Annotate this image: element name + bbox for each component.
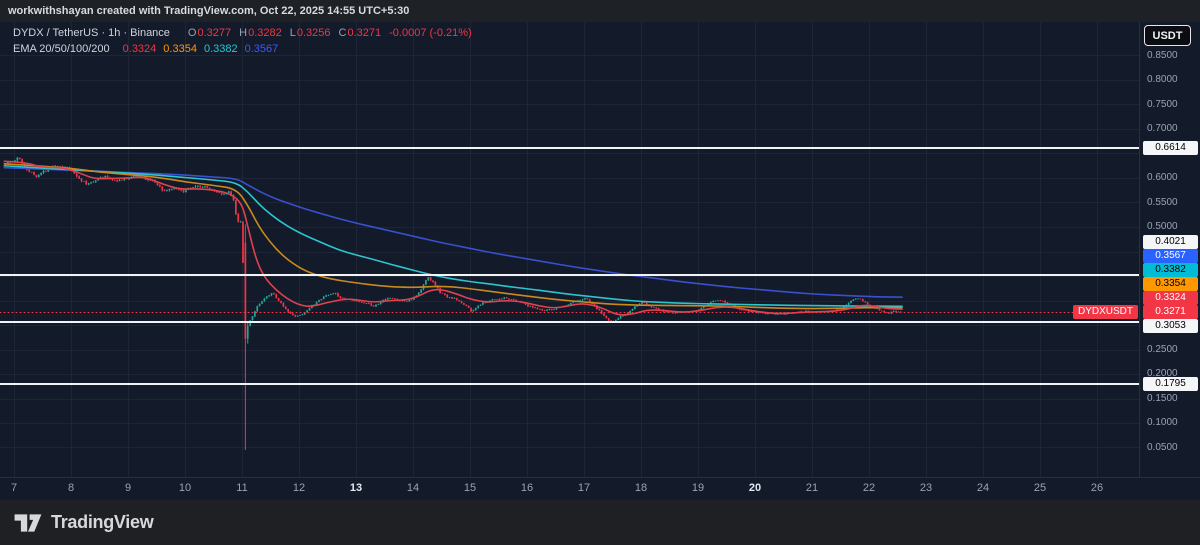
- chart-area: DYDX / TetherUS · 1h · Binance O0.3277 H0.…: [0, 22, 1139, 477]
- ema50-value: 0.3354: [163, 43, 197, 55]
- time-axis[interactable]: 7 8 9 10 11 12 13 14 15 16 17 18 19 20 21 22 23 24 25 26: [0, 477, 1200, 500]
- time-axis-label: 21: [805, 482, 819, 494]
- ema100-value: 0.3382: [203, 43, 238, 55]
- tradingview-screenshot: { "watermark": { "text": "workwithshayan…: [0, 0, 1200, 545]
- price-tick-label: 0.6000: [1147, 172, 1178, 183]
- candlestick-chart[interactable]: [0, 22, 1139, 477]
- time-axis-label: 7: [10, 482, 18, 494]
- price-tick-label: 0.7000: [1147, 123, 1178, 134]
- level-price-badge: 0.3053: [1143, 318, 1198, 333]
- indicator-title[interactable]: EMA 20/50/100/200: [13, 43, 110, 55]
- time-axis-label: 8: [67, 482, 75, 494]
- watermark-bar: workwithshayan created with TradingView.…: [0, 0, 1200, 22]
- price-tick-label: 0.8000: [1147, 74, 1178, 85]
- open-value: 0.3277: [197, 27, 232, 39]
- price-tick-label: 0.5000: [1147, 221, 1178, 232]
- price-tick-label: 0.0500: [1147, 441, 1178, 453]
- currency-toggle-button[interactable]: USDT: [1144, 25, 1191, 46]
- time-axis-label: 23: [919, 482, 933, 494]
- close-value: 0.3271: [347, 27, 382, 39]
- price-tick-label: 0.2500: [1147, 343, 1178, 355]
- level-price-badge: 0.4021: [1143, 234, 1198, 249]
- tradingview-logo-icon: [14, 513, 42, 532]
- price-tick-label: 0.5500: [1147, 196, 1178, 208]
- time-axis-label: 12: [292, 482, 306, 494]
- ema-price-badge: 0.3324: [1143, 290, 1198, 305]
- close-label: C: [338, 27, 347, 39]
- high-value: 0.3282: [248, 27, 282, 39]
- price-axis[interactable]: USDT 0.8500 0.8000 0.7500 0.7000 0.6000 0.550…: [1139, 22, 1200, 477]
- footer-bar: TradingView: [0, 500, 1200, 545]
- tradingview-logo-text: TradingView: [51, 512, 154, 532]
- ema200-value: 0.3567: [244, 43, 279, 55]
- time-axis-label: 17: [577, 482, 591, 494]
- time-axis-label: 19: [691, 482, 705, 494]
- tradingview-logo[interactable]: TradingView: [13, 511, 154, 535]
- ema-price-badge: 0.3567: [1143, 248, 1198, 263]
- ema20-value: 0.3324: [122, 43, 157, 55]
- symbol-price-label: DYDXUSDT: [1072, 304, 1138, 319]
- time-axis-label: 10: [178, 482, 192, 494]
- time-axis-label: 20: [748, 482, 762, 494]
- time-axis-label: 9: [124, 482, 132, 494]
- time-axis-label: 15: [463, 482, 477, 494]
- high-label: H: [239, 27, 248, 39]
- open-label: O: [187, 27, 197, 39]
- time-axis-label: 24: [976, 482, 990, 494]
- time-axis-label: 25: [1033, 482, 1047, 494]
- low-value: 0.3256: [296, 27, 331, 39]
- ema-price-badge: 0.3354: [1143, 276, 1198, 291]
- time-axis-label: 11: [236, 482, 248, 494]
- ema-price-badge: 0.3382: [1143, 262, 1198, 277]
- symbol-title[interactable]: DYDX / TetherUS · 1h · Binance: [13, 27, 170, 39]
- time-axis-label: 13: [349, 482, 363, 494]
- current-price-price-badge: 0.3271: [1143, 304, 1198, 319]
- price-tick-label: 0.8500: [1147, 49, 1178, 61]
- price-tick-label: 0.7500: [1147, 98, 1178, 110]
- price-tick-label: 0.1000: [1147, 417, 1178, 428]
- symbol-row: DYDX / TetherUS · 1h · Binance O0.3277 H0.…: [13, 25, 472, 41]
- time-axis-label: 26: [1090, 482, 1104, 494]
- time-axis-label: 18: [634, 482, 648, 494]
- low-label: L: [289, 27, 296, 39]
- watermark-text: workwithshayan created with TradingView.…: [8, 5, 410, 17]
- price-tick-label: 0.1500: [1147, 392, 1178, 404]
- time-axis-label: 14: [406, 482, 420, 494]
- time-axis-label: 16: [520, 482, 534, 494]
- chart-legend: DYDX / TetherUS · 1h · Binance O0.3277 H0.…: [13, 25, 472, 57]
- change-value: -0.0007 (-0.21%): [389, 27, 472, 39]
- indicator-row: EMA 20/50/100/200 0.3324 0.3354 0.3382 0.356…: [13, 41, 472, 57]
- level-price-badge: 0.1795: [1143, 377, 1198, 392]
- time-axis-label: 22: [862, 482, 876, 494]
- level-price-badge: 0.6614: [1143, 140, 1198, 155]
